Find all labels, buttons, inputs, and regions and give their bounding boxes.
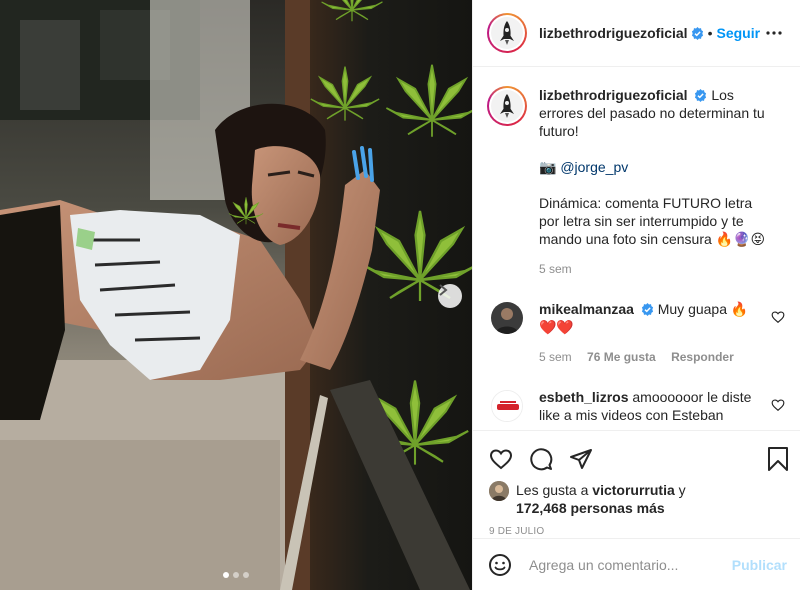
bookmark-icon	[768, 447, 788, 471]
post-header: lizbethrodriguezoficial • Seguir	[473, 0, 800, 67]
carousel-dot	[223, 572, 229, 578]
likes-count[interactable]: 172,468 personas más	[516, 500, 665, 516]
like-button[interactable]	[485, 439, 525, 479]
commenter-avatar[interactable]	[491, 390, 523, 422]
likes-prefix: Les gusta a	[516, 482, 589, 498]
comment-likes[interactable]: 76 Me gusta	[587, 350, 656, 364]
post-image	[0, 0, 472, 590]
comment-age: 5 sem	[539, 350, 572, 364]
likes-suffix: y	[678, 482, 686, 498]
caption: lizbethrodriguezoficial Los errores del …	[487, 86, 785, 278]
post-photo[interactable]	[0, 0, 472, 590]
rocket-logo-icon	[491, 17, 523, 49]
caption-text: lizbethrodriguezoficial Los errores del …	[539, 86, 775, 278]
comment-like-heart-icon[interactable]	[771, 398, 785, 412]
chevron-right-icon	[439, 284, 448, 296]
post-actions: Les gusta a victorurrutia y 172,468 pers…	[473, 430, 800, 537]
verified-badge-icon	[695, 89, 707, 102]
commenter-avatar[interactable]	[491, 302, 523, 334]
comment-item: esbeth_lizros amoooooor le diste like a …	[487, 388, 785, 424]
reply-button[interactable]: Responder	[671, 350, 734, 364]
save-button[interactable]	[759, 439, 789, 479]
more-options-button[interactable]	[762, 21, 786, 45]
verified-badge-icon	[641, 303, 653, 316]
comment-like-heart-icon[interactable]	[771, 310, 785, 324]
emoji-button[interactable]	[487, 552, 513, 578]
carousel-next-button[interactable]	[438, 284, 462, 308]
follow-button[interactable]: Seguir	[716, 25, 760, 41]
comment-item: mikealmanzaa Muy guapa 🔥❤️❤️ 5 sem 76 Me…	[487, 300, 785, 366]
heart-icon	[489, 449, 513, 470]
share-button[interactable]	[565, 439, 605, 479]
photographer-mention[interactable]: @jorge_pv	[560, 159, 628, 175]
caption-age: 5 sem	[539, 262, 572, 276]
carousel-dot	[243, 572, 249, 578]
comment-username[interactable]: esbeth_lizros	[539, 389, 628, 405]
follow-separator: •	[707, 25, 713, 41]
ellipsis-icon	[766, 31, 782, 35]
author-username[interactable]: lizbethrodriguezoficial	[539, 25, 688, 41]
post-date[interactable]: 9 DE JULIO	[485, 526, 789, 537]
caption-dynamic: Dinámica: comenta FUTURO letra por letra…	[539, 195, 766, 247]
post-side-panel: lizbethrodriguezoficial • Seguir lizbeth…	[472, 0, 800, 590]
smiley-icon	[489, 553, 511, 576]
caption-username[interactable]: lizbethrodriguezoficial	[539, 87, 688, 103]
author-avatar[interactable]	[487, 13, 527, 53]
verified-badge-icon	[691, 26, 703, 40]
camera-emoji: 📷	[539, 159, 557, 175]
caption-author-avatar[interactable]	[487, 86, 527, 126]
likes-summary: Les gusta a victorurrutia y 172,468 pers…	[485, 481, 789, 517]
liker-username[interactable]: victorurrutia	[592, 482, 674, 498]
comment-bubble-icon	[530, 448, 553, 471]
comment-composer: Publicar	[473, 538, 800, 590]
liker-avatar[interactable]	[489, 481, 509, 501]
carousel-indicator	[0, 572, 472, 578]
rocket-logo-icon	[491, 90, 523, 122]
comments-list[interactable]: lizbethrodriguezoficial Los errores del …	[473, 68, 800, 430]
comment-input[interactable]	[529, 556, 729, 573]
paper-plane-icon	[570, 449, 592, 469]
comment-username[interactable]: mikealmanzaa	[539, 301, 634, 317]
comment-button[interactable]	[525, 439, 565, 479]
publish-button[interactable]: Publicar	[732, 557, 787, 573]
carousel-dot	[233, 572, 239, 578]
